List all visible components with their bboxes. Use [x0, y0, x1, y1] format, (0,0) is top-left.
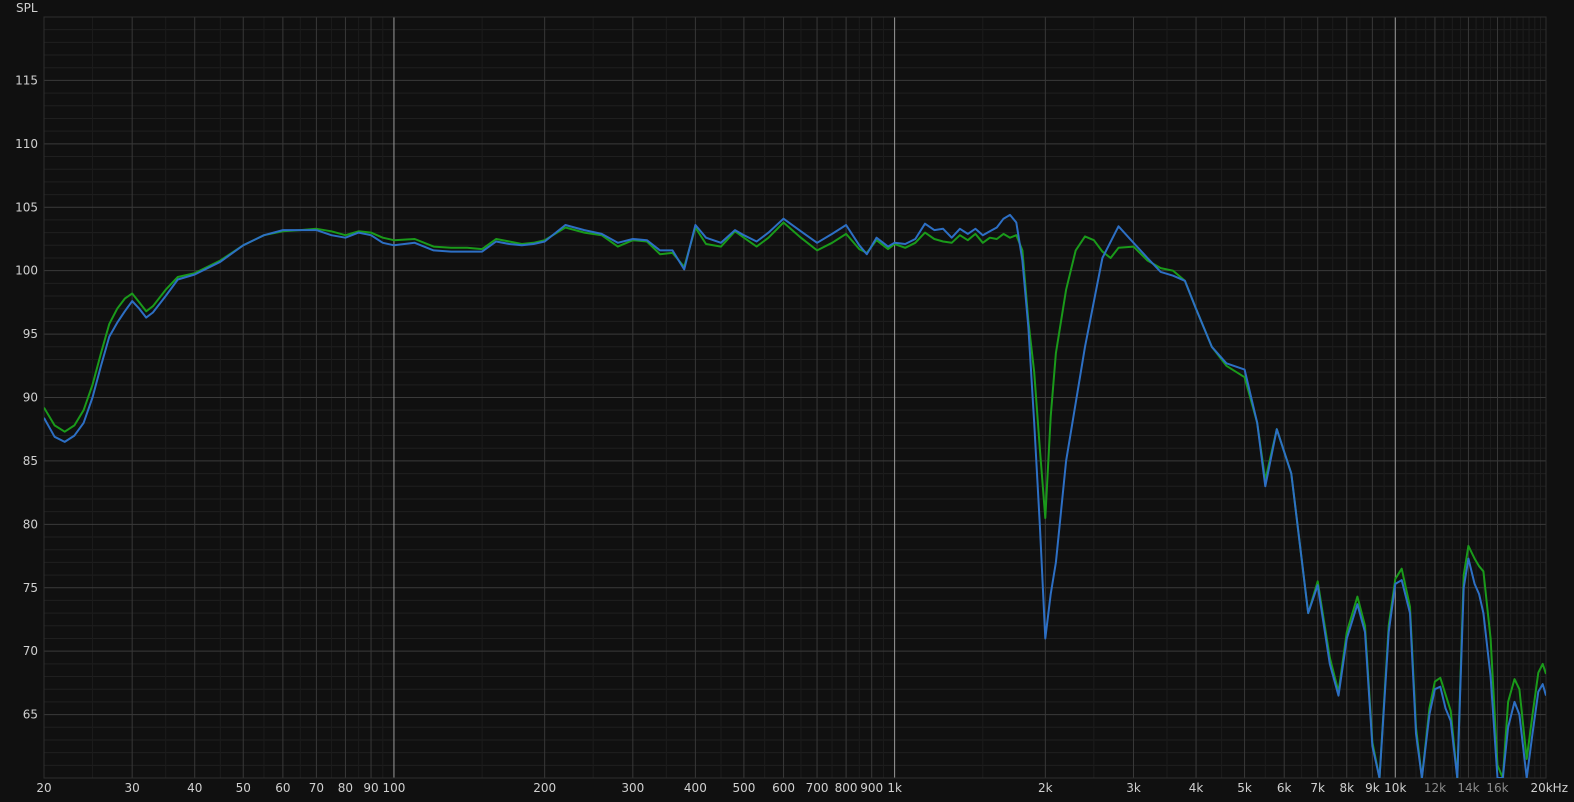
y-tick-label: 100: [15, 264, 38, 278]
x-tick-label: 2k: [1038, 781, 1053, 795]
y-tick-label: 75: [23, 581, 38, 595]
x-tick-label: 12k: [1424, 781, 1446, 795]
x-tick-label: 200: [533, 781, 556, 795]
y-tick-label: 85: [23, 454, 38, 468]
x-tick-label: 16k: [1486, 781, 1508, 795]
x-tick-label: 20kHz: [1530, 781, 1568, 795]
x-tick-label: 70: [309, 781, 324, 795]
x-tick-label: 30: [125, 781, 140, 795]
x-tick-label: 6k: [1277, 781, 1292, 795]
x-tick-label: 50: [236, 781, 251, 795]
x-tick-label: 8k: [1339, 781, 1354, 795]
y-tick-label: 105: [15, 200, 38, 214]
frequency-response-chart: 65 70 75 80 85 90 95 100 105 110 115 20 30 40 50 60 70 8…: [0, 0, 1574, 802]
y-tick-label: 110: [15, 137, 38, 151]
x-tick-label: 5k: [1237, 781, 1252, 795]
y-tick-label: 90: [23, 391, 38, 405]
x-tick-label: 100: [382, 781, 405, 795]
x-tick-label: 1k: [887, 781, 902, 795]
x-tick-label: 14k: [1457, 781, 1479, 795]
x-tick-label: 600: [772, 781, 795, 795]
x-tick-label: 90: [363, 781, 378, 795]
x-tick-label: 80: [338, 781, 353, 795]
y-tick-label: 65: [23, 708, 38, 722]
x-tick-label: 20: [36, 781, 51, 795]
x-tick-label: 700: [806, 781, 829, 795]
x-tick-label: 7k: [1310, 781, 1325, 795]
x-tick-label: 300: [621, 781, 644, 795]
x-tick-label: 10k: [1384, 781, 1406, 795]
y-tick-label: 70: [23, 644, 38, 658]
x-tick-label: 800: [835, 781, 858, 795]
y-tick-label: 95: [23, 327, 38, 341]
x-tick-label: 3k: [1126, 781, 1141, 795]
x-tick-label: 500: [732, 781, 755, 795]
x-tick-label: 9k: [1365, 781, 1380, 795]
y-tick-label: 80: [23, 517, 38, 531]
x-tick-label: 900: [860, 781, 883, 795]
x-tick-label: 40: [187, 781, 202, 795]
x-tick-label: 60: [275, 781, 290, 795]
y-axis-title: SPL: [16, 1, 38, 15]
plot-background: [0, 0, 1574, 802]
x-tick-label: 4k: [1189, 781, 1204, 795]
x-tick-label: 400: [684, 781, 707, 795]
y-tick-label: 115: [15, 73, 38, 87]
